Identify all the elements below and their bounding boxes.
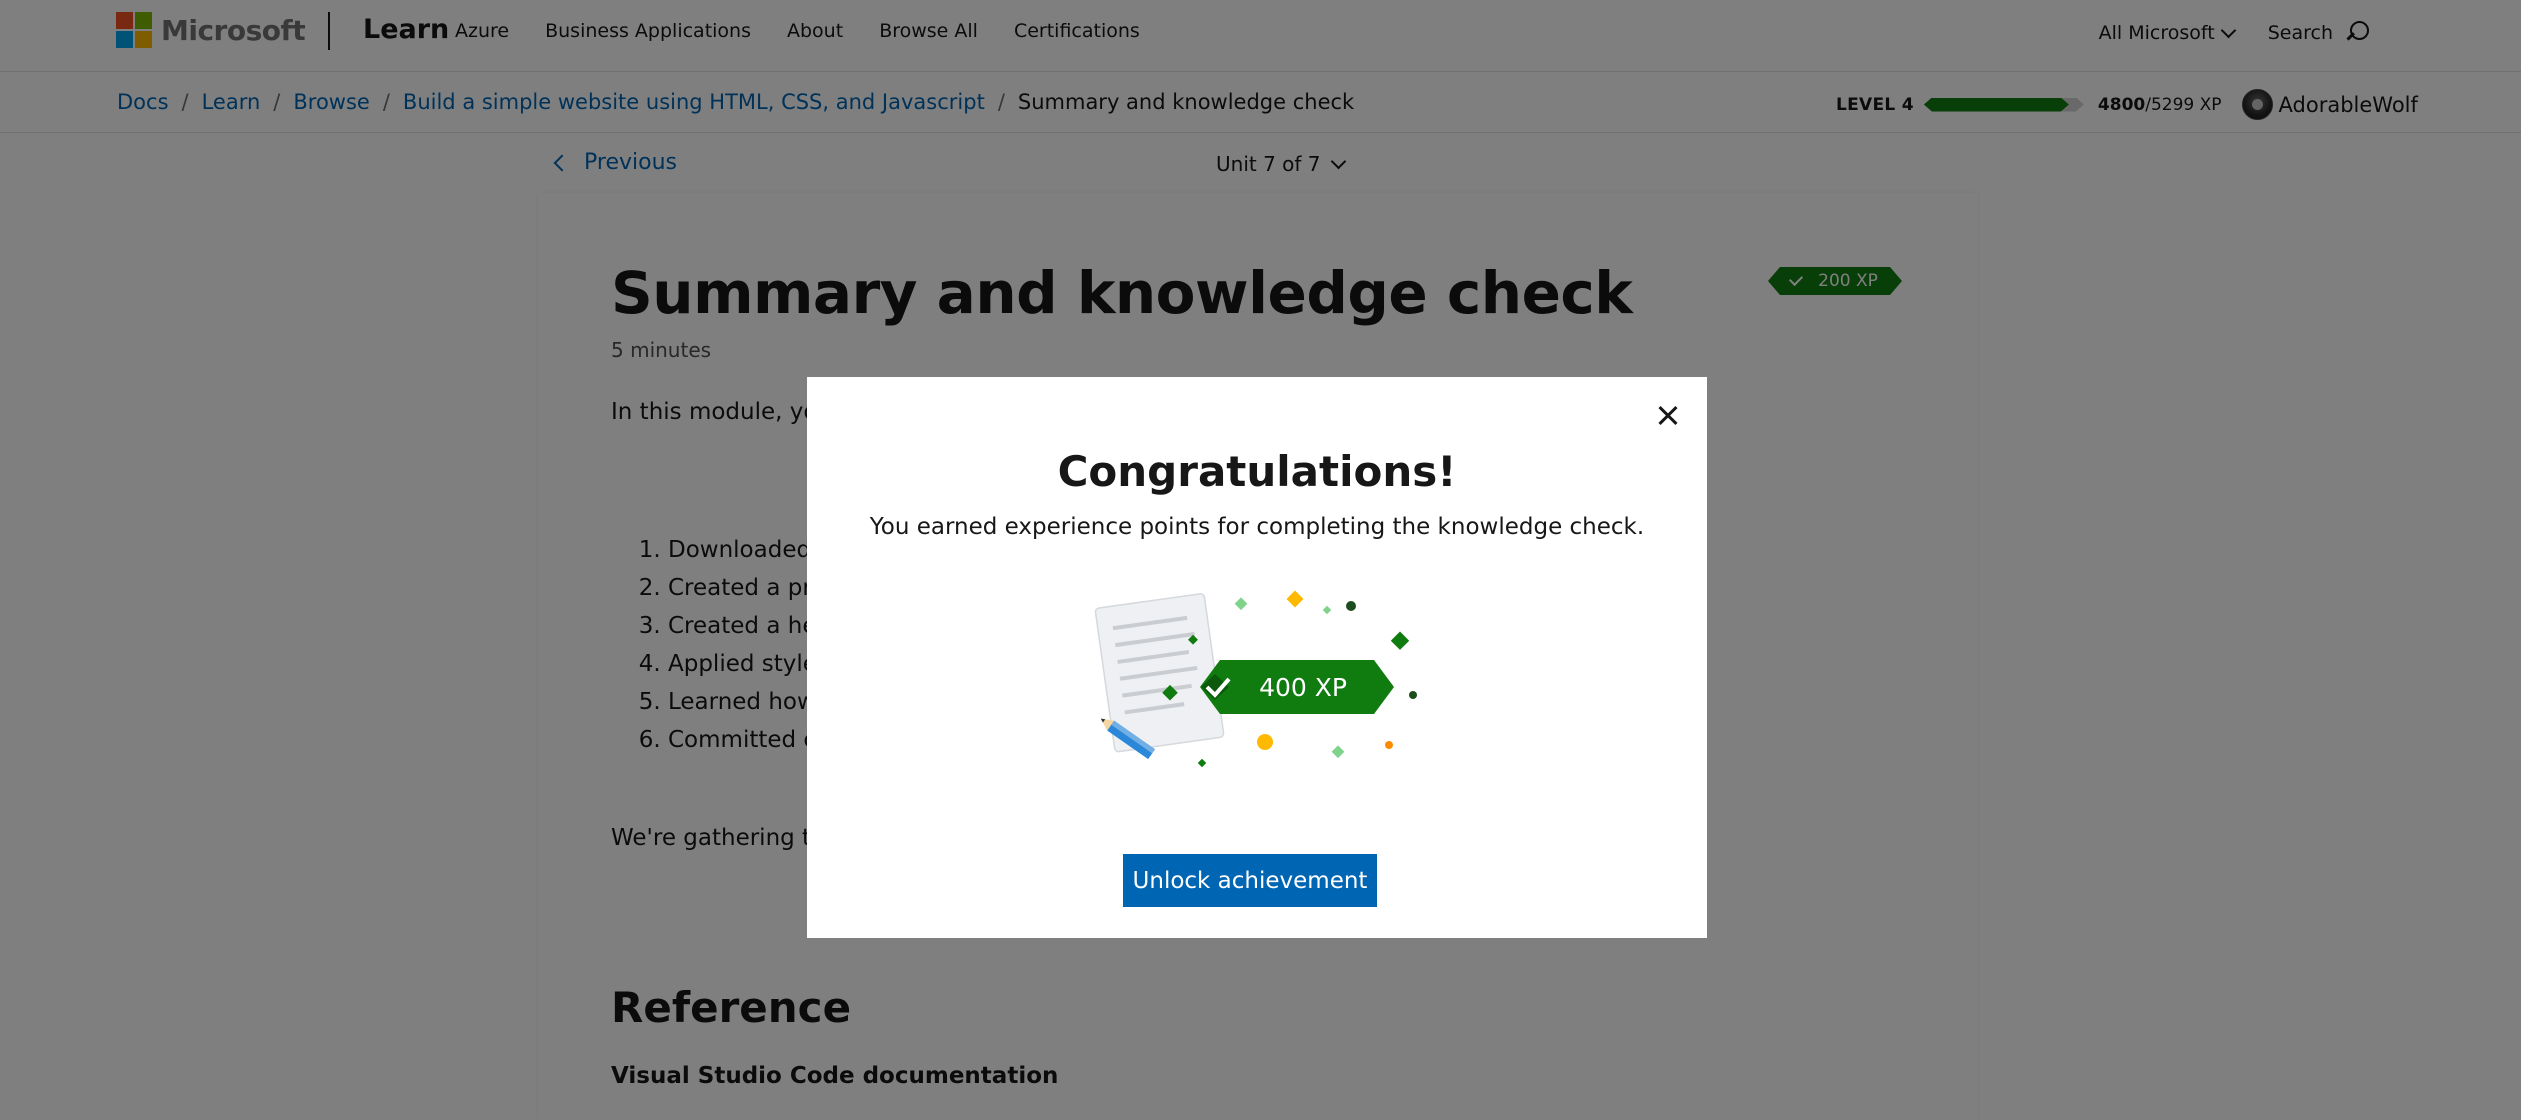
close-icon[interactable] [1653,401,1683,431]
achievement-illustration: 400 XP [1094,590,1417,768]
congratulations-dialog: Congratulations! You earned experience p… [807,377,1707,938]
xp-award-label: 400 XP [1259,673,1347,702]
dialog-title: Congratulations! [1057,447,1457,496]
dialog-message: You earned experience points for complet… [869,514,1645,540]
unlock-achievement-button[interactable]: Unlock achievement [1123,854,1377,907]
